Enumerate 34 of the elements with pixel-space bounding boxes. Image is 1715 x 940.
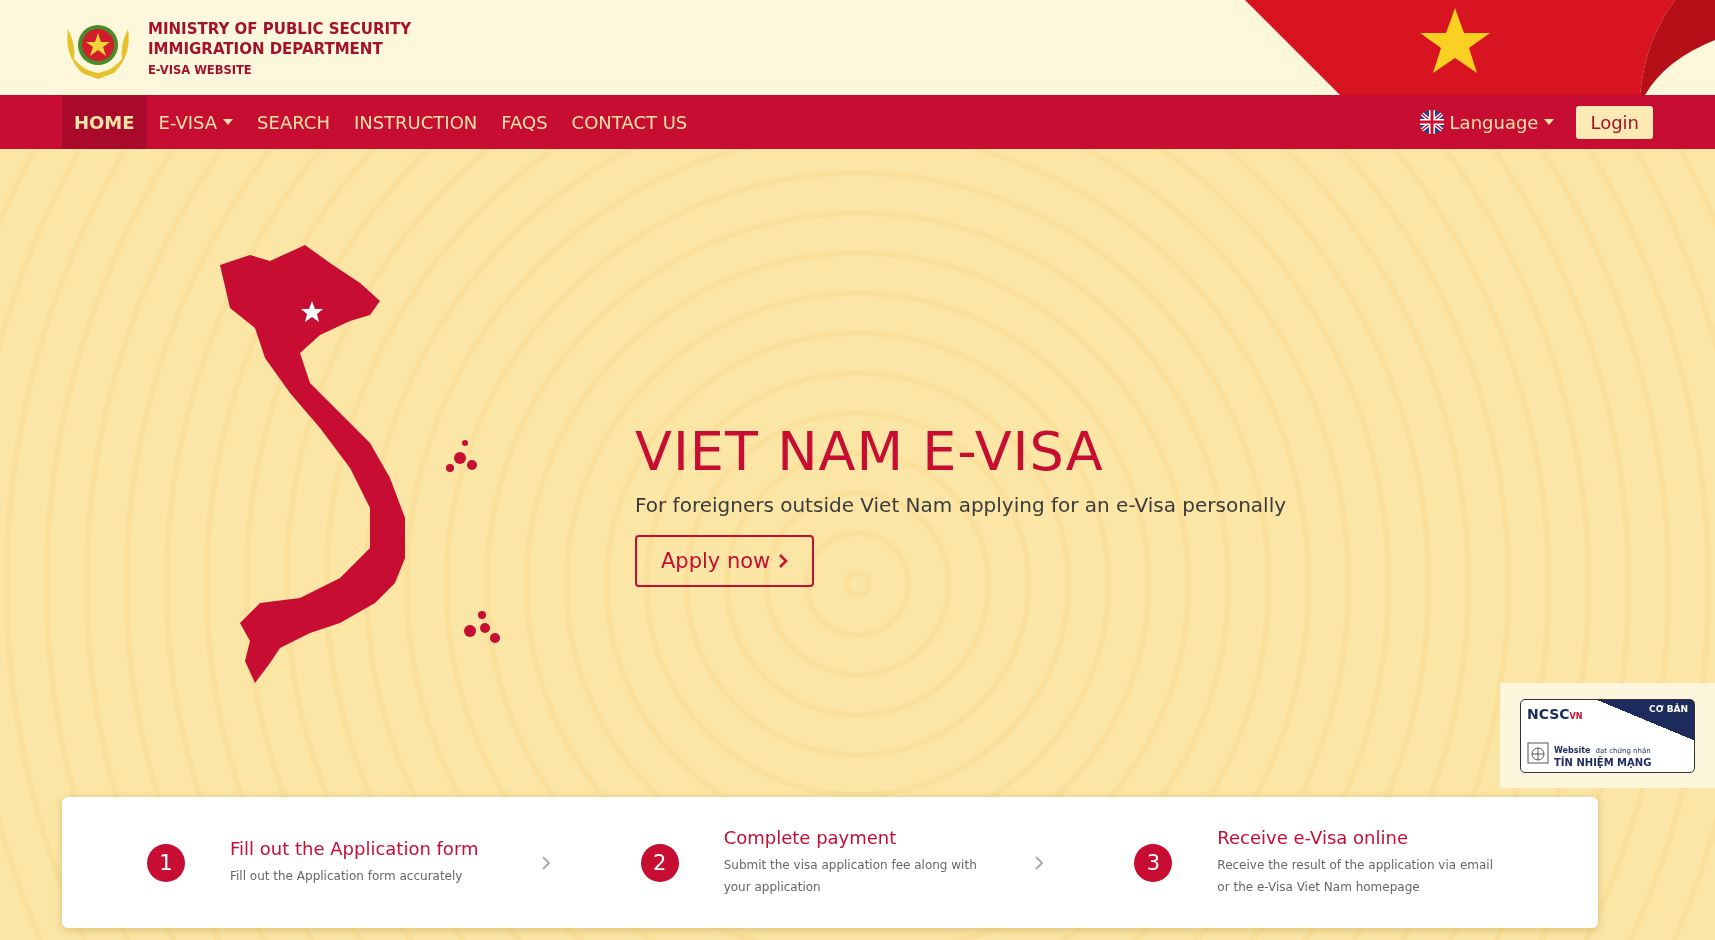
badge-brand: NCSC [1527,705,1570,722]
badge-text: Website [1554,745,1591,755]
badge-title: TÍN NHIỆM MẠNG [1554,756,1652,768]
hero-subtitle: For foreigners outside Viet Nam applying for an e-Visa personally [635,492,1287,517]
uk-flag-icon [1419,110,1444,134]
login-button[interactable]: Login [1576,105,1653,139]
apply-now-button[interactable]: Apply now [635,534,815,587]
step-title: Fill out the Application form [230,838,480,859]
caret-icon [1544,119,1555,125]
step-number: 1 [147,843,185,882]
nav-link[interactable]: CONTACT US [559,95,700,149]
chevron-right-icon [540,854,551,871]
chevron-right-icon [1034,854,1045,871]
hero-title: VIET NAM E-VISA [635,419,1104,483]
agency-title: IMMIGRATION DEPARTMENT [148,38,384,59]
nav-link[interactable]: INSTRUCTION [341,95,490,149]
nav-link[interactable]: E-VISA [146,95,246,149]
agency-title: MINISTRY OF PUBLIC SECURITY [148,18,412,39]
badge-brand-suffix: VN [1569,711,1583,721]
step-description: Receive the result of the application via email or the e-Visa Viet Nam homepage [1217,857,1494,896]
step-description: Fill out the Application form accurately [230,868,464,885]
globe-icon [1527,741,1549,764]
step-title: Receive e-Visa online [1217,827,1409,848]
step-description: Submit the visa application fee along with your application [723,857,978,896]
step-number: 2 [640,843,679,882]
site-subtitle: E-VISA WEBSITE [148,62,253,77]
badge-level: CƠ BẢN [1649,703,1688,714]
nav-link[interactable]: SEARCH [245,95,342,149]
step-title: Complete payment [723,827,898,848]
chevron-right-icon [778,552,789,569]
nav-link[interactable]: HOME [62,95,147,149]
step-number: 3 [1134,843,1173,882]
nav-link[interactable]: FAQS [489,95,560,149]
language-menu[interactable]: Language [1419,95,1555,149]
